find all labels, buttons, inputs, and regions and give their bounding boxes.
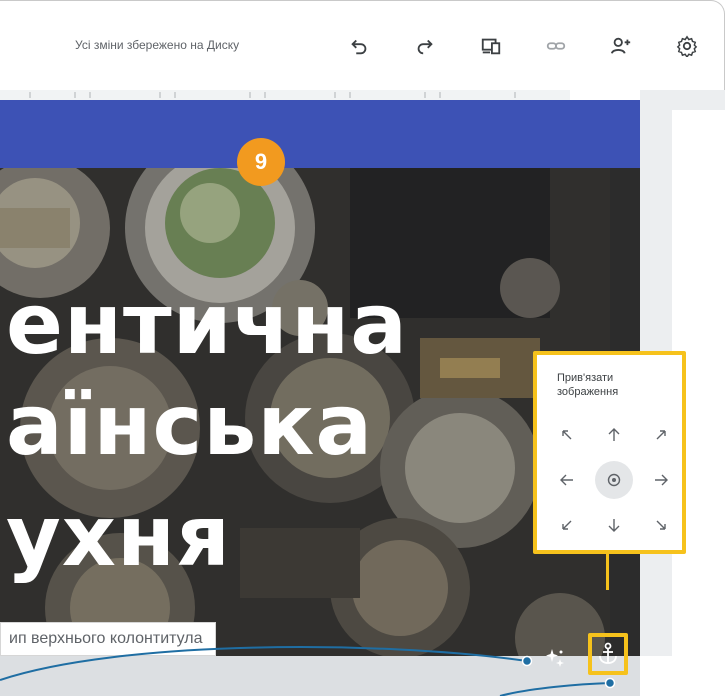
hero-title-line-2[interactable]: аїнська (6, 383, 373, 467)
arrow-down-icon[interactable] (596, 507, 632, 543)
preview-device-icon[interactable] (476, 31, 506, 61)
share-add-person-icon[interactable] (606, 31, 636, 61)
site-editor-window: Усі зміни збережено на Диску ентична аїн… (0, 0, 725, 696)
arrow-up-left-icon[interactable] (549, 417, 585, 453)
hero-title-line-1[interactable]: ентична (6, 282, 408, 366)
link-icon[interactable] (541, 31, 571, 61)
arrow-down-left-icon[interactable] (549, 507, 585, 543)
header-band-gutter (640, 100, 672, 168)
bottom-strip-right (640, 656, 725, 696)
anchor-image-popover: Прив'язати зображення (533, 351, 686, 554)
anchor-icon (599, 642, 617, 664)
arrow-up-right-icon[interactable] (643, 417, 679, 453)
arrow-right-icon[interactable] (643, 462, 679, 498)
arrow-up-icon[interactable] (596, 417, 632, 453)
sparkle-icon[interactable] (541, 644, 569, 672)
settings-gear-icon[interactable] (672, 31, 702, 61)
step-number-badge: 9 (237, 138, 285, 186)
anchor-popover-title: Прив'язати зображення (557, 372, 619, 398)
anchor-direction-grid (549, 417, 681, 543)
header-type-button[interactable]: ип верхнього колонтитула (0, 622, 216, 656)
undo-icon[interactable] (344, 31, 374, 61)
center-target-icon[interactable] (595, 461, 633, 499)
ruler (0, 90, 570, 100)
highlight-connector-line (606, 554, 609, 590)
arrow-left-icon[interactable] (549, 462, 585, 498)
arrow-down-right-icon[interactable] (643, 507, 679, 543)
save-status-text: Усі зміни збережено на Диску (75, 38, 240, 52)
editor-toolbar: Усі зміни збережено на Диску (0, 0, 725, 90)
hero-title-line-3[interactable]: ухня (6, 494, 231, 578)
site-header-band[interactable] (0, 100, 640, 168)
anchor-button[interactable] (588, 633, 628, 675)
redo-icon[interactable] (410, 31, 440, 61)
header-type-label: ип верхнього колонтитула (9, 630, 203, 647)
